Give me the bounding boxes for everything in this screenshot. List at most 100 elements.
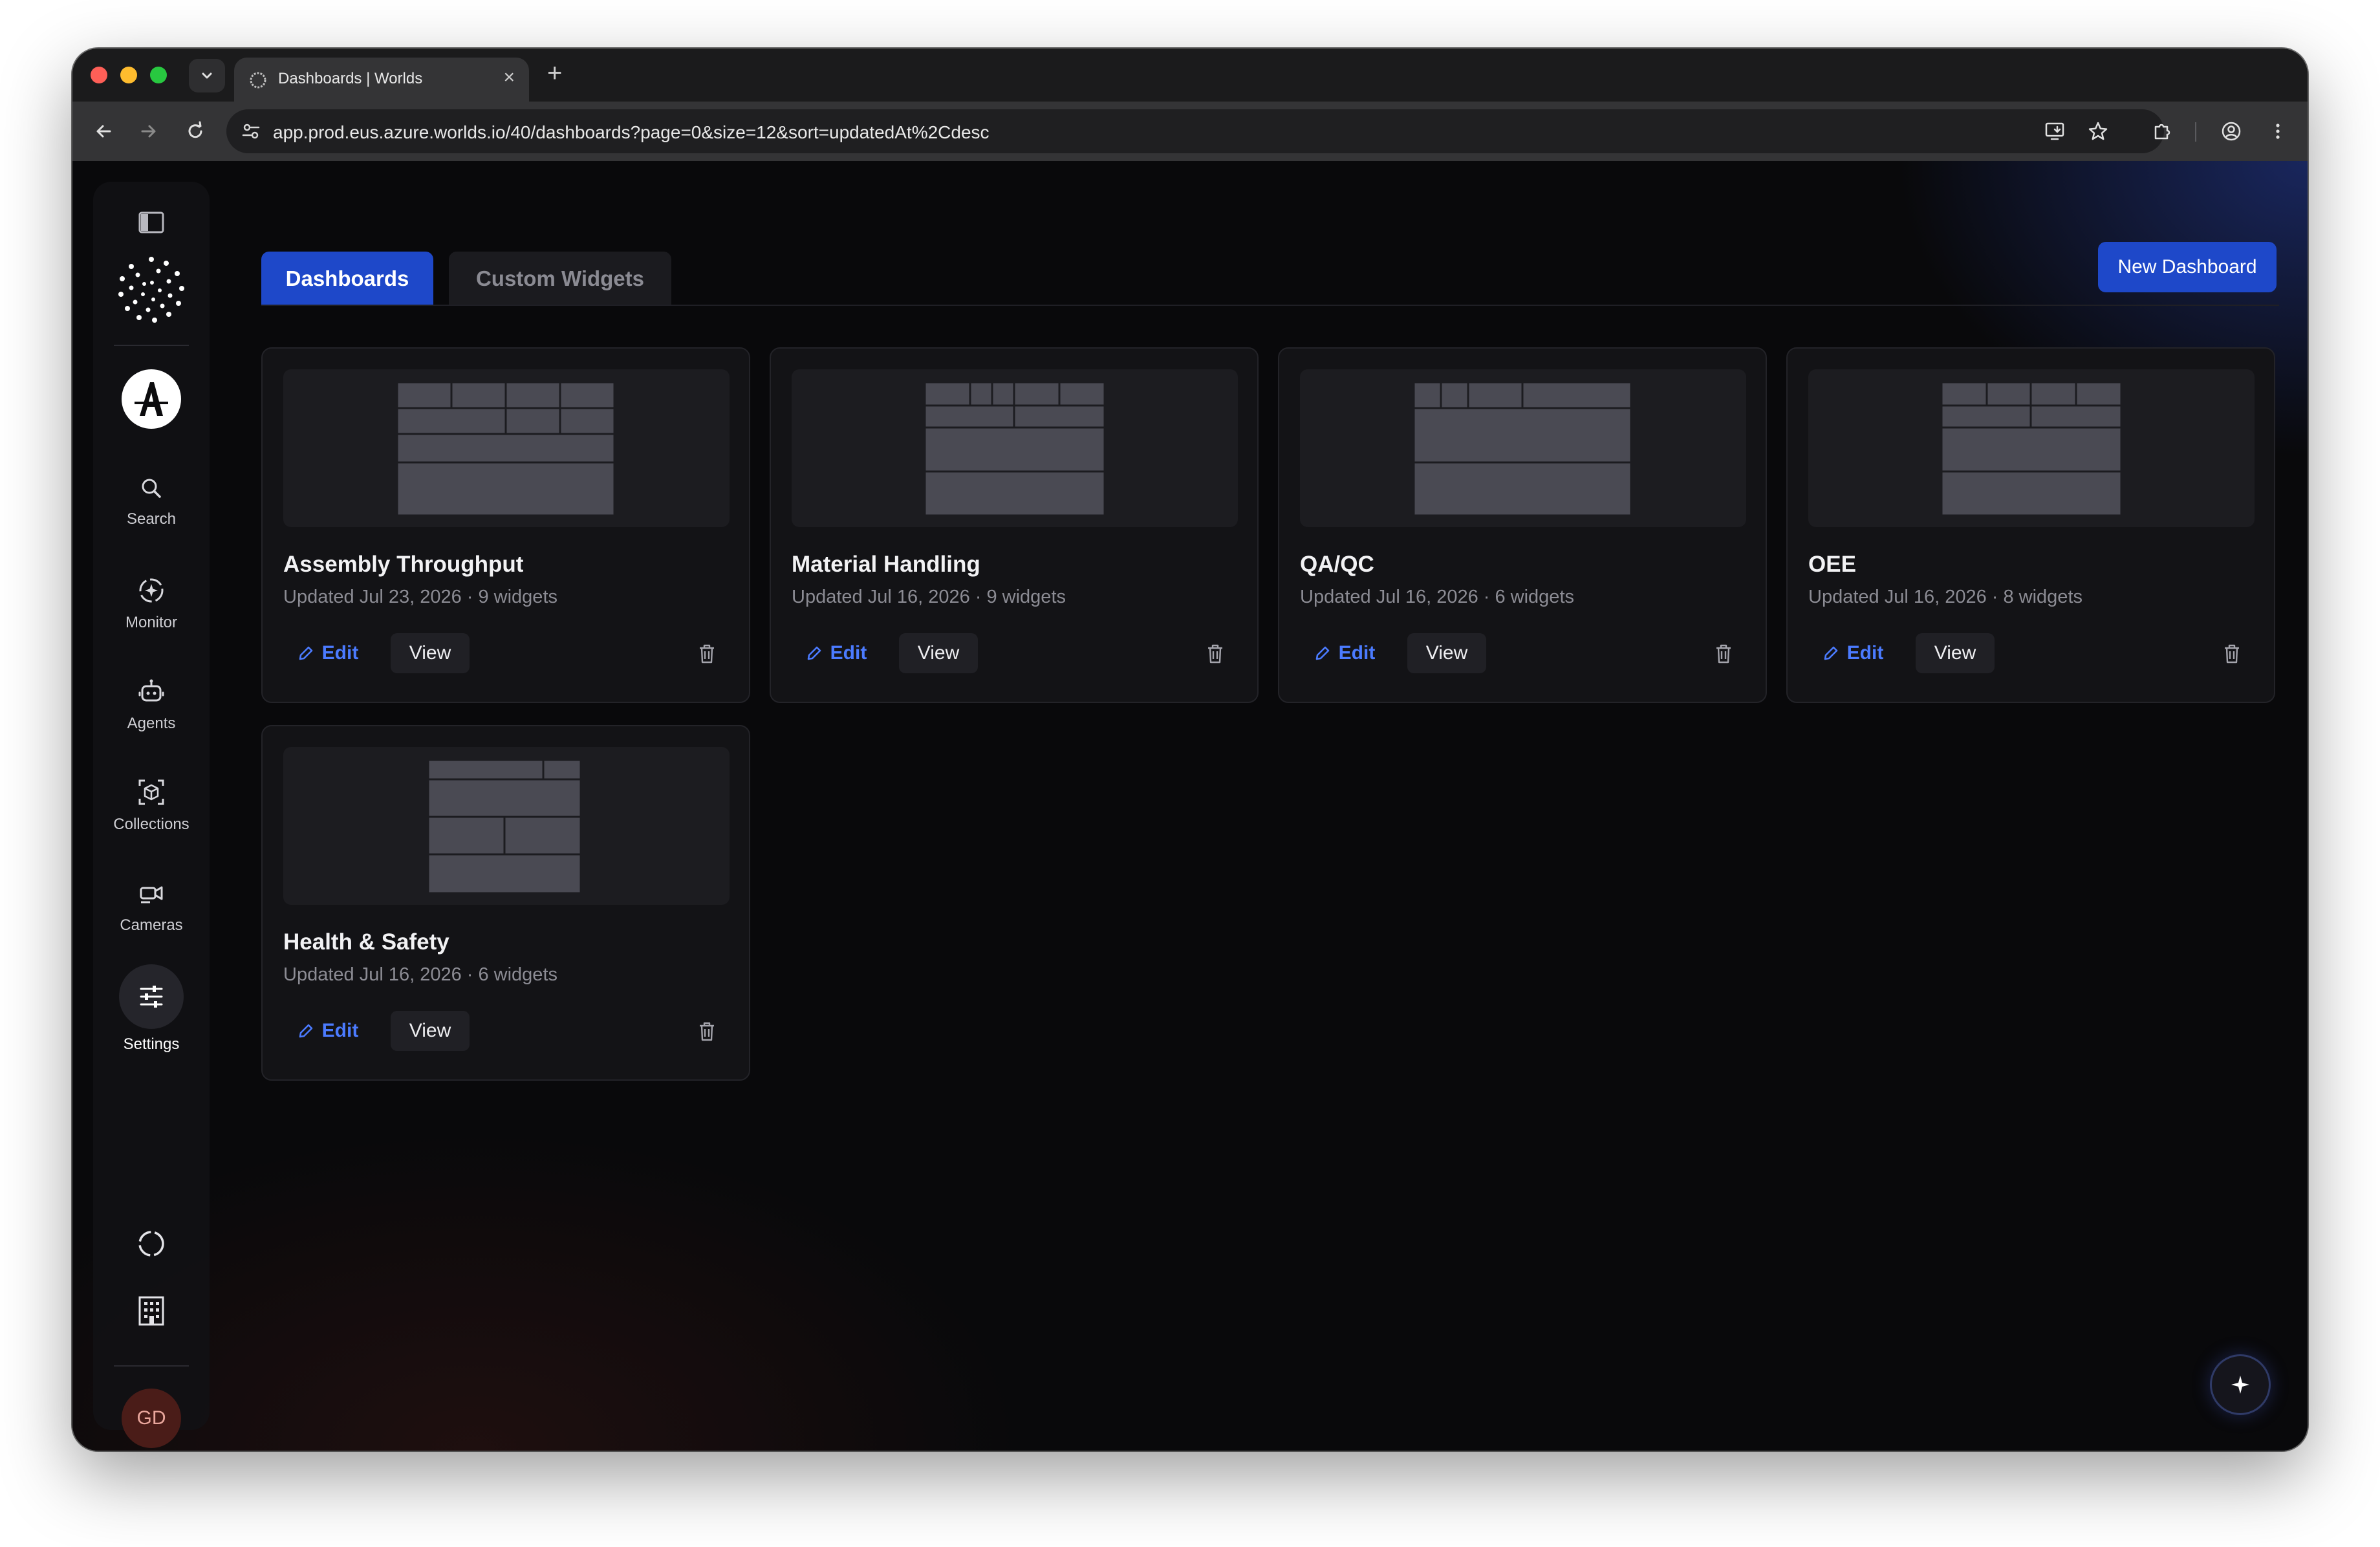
sidebar-item-label: Settings	[123, 1035, 180, 1053]
sidebar-panel-icon	[138, 211, 164, 233]
dashboard-card-assembly-throughput[interactable]: Assembly Throughput Updated Jul 23, 2026…	[261, 347, 750, 703]
sidebar-item-search[interactable]: Search	[93, 475, 210, 528]
pencil-icon	[299, 1024, 312, 1038]
edit-button[interactable]: Edit	[283, 1011, 373, 1051]
dashboard-layout-preview	[427, 759, 582, 894]
tab-custom-widgets[interactable]: Custom Widgets	[449, 252, 671, 306]
forward-button[interactable]	[135, 117, 163, 146]
sidebar-item-settings[interactable]: Settings	[93, 964, 210, 1054]
sidebar-item-label: Agents	[127, 715, 176, 732]
new-dashboard-button[interactable]: New Dashboard	[2098, 242, 2277, 292]
dashboard-card-health-safety[interactable]: Health & Safety Updated Jul 16, 2026 · 6…	[261, 725, 750, 1081]
sidebar-item-collections[interactable]: Collections	[93, 778, 210, 834]
dashboard-card-qa-qc[interactable]: QA/QC Updated Jul 16, 2026 · 6 widgets E…	[1278, 347, 1767, 703]
puzzle-icon	[2154, 124, 2170, 140]
pencil-icon	[807, 646, 821, 660]
star-icon	[2088, 122, 2108, 140]
maximize-window-button[interactable]	[150, 67, 167, 83]
camera-icon	[140, 886, 163, 903]
dashboard-layout-preview	[1940, 381, 2123, 517]
browser-tab-dashboards[interactable]: Dashboards | Worlds ×	[234, 58, 529, 102]
sidebar-item-label: Cameras	[120, 916, 183, 934]
dashboard-layout-preview	[924, 381, 1106, 517]
edit-button[interactable]: Edit	[792, 633, 881, 673]
card-meta: Updated Jul 16, 2026 · 6 widgets	[1300, 587, 1574, 607]
edit-button[interactable]: Edit	[1808, 633, 1898, 673]
view-button[interactable]: View	[391, 1011, 470, 1051]
worlds-logo[interactable]	[93, 254, 210, 325]
sidebar-toggle-button[interactable]	[93, 211, 210, 233]
view-button[interactable]: View	[899, 633, 978, 673]
reload-button[interactable]	[181, 117, 210, 146]
edit-label: Edit	[830, 642, 867, 664]
card-meta: Updated Jul 16, 2026 · 6 widgets	[283, 964, 557, 985]
robot-icon	[138, 679, 164, 702]
sidebar-item-label: Collections	[113, 816, 189, 833]
sidebar-item-monitor[interactable]: Monitor	[93, 576, 210, 632]
bookmark-button[interactable]	[2084, 117, 2112, 146]
url-text: app.prod.eus.azure.worlds.io/40/dashboar…	[273, 122, 990, 142]
trash-icon[interactable]	[697, 643, 717, 665]
edit-label: Edit	[321, 642, 359, 664]
dashboard-layout-preview	[1412, 381, 1632, 517]
card-meta: Updated Jul 16, 2026 · 8 widgets	[1808, 587, 2082, 607]
dashboard-card-oee[interactable]: OEE Updated Jul 16, 2026 · 8 widgets Edi…	[1786, 347, 2275, 703]
view-button[interactable]: View	[391, 633, 470, 673]
edit-button[interactable]: Edit	[283, 633, 373, 673]
account-circle-icon	[2222, 122, 2241, 141]
toolbar-divider	[2195, 122, 2196, 142]
cube-icon	[138, 779, 164, 805]
sidebar-item-agents[interactable]: Agents	[93, 677, 210, 733]
assistant-button[interactable]	[2212, 1356, 2269, 1413]
site-settings-icon[interactable]	[241, 121, 261, 142]
minimize-window-button[interactable]	[120, 67, 137, 83]
close-tab-icon[interactable]: ×	[503, 68, 515, 87]
view-button[interactable]: View	[1916, 633, 1995, 673]
tab-search-button[interactable]	[189, 59, 225, 92]
sliders-icon	[140, 986, 163, 1008]
monitor-icon	[139, 578, 164, 603]
browser-menu-button[interactable]	[2264, 117, 2292, 146]
dashboard-layout-preview	[396, 381, 616, 517]
loading-status-button[interactable]	[93, 1228, 210, 1259]
back-button[interactable]	[89, 117, 118, 146]
new-tab-button[interactable]: +	[547, 60, 562, 86]
view-button[interactable]: View	[1407, 633, 1486, 673]
close-window-button[interactable]	[91, 67, 107, 83]
dashboard-thumbnail	[283, 369, 730, 527]
pencil-icon	[299, 646, 312, 660]
tab-dashboards[interactable]: Dashboards	[261, 252, 433, 306]
edit-label: Edit	[1338, 642, 1376, 664]
tab-strip: Dashboards | Worlds × +	[72, 49, 2308, 102]
pencil-icon	[1824, 646, 1837, 660]
extensions-button[interactable]	[2148, 117, 2177, 146]
organization-switcher-button[interactable]	[93, 1295, 210, 1326]
install-app-button[interactable]	[2041, 117, 2070, 146]
dashboard-thumbnail	[283, 747, 730, 905]
card-title: Assembly Throughput	[283, 552, 524, 577]
search-icon	[142, 479, 161, 498]
trash-icon[interactable]	[1714, 643, 1733, 665]
trash-icon[interactable]	[2222, 643, 2242, 665]
card-title: Health & Safety	[283, 929, 449, 955]
worlds-logo-icon	[118, 257, 184, 323]
reload-icon	[188, 121, 202, 138]
loading-circle-icon	[138, 1231, 164, 1257]
organization-logo[interactable]	[93, 369, 210, 429]
user-avatar[interactable]: GD	[122, 1389, 181, 1448]
app-content: Search Monitor Agents Collections Camera…	[72, 161, 2308, 1451]
profile-button[interactable]	[2217, 117, 2245, 146]
edit-label: Edit	[1846, 642, 1884, 664]
dashboard-thumbnail	[1300, 369, 1746, 527]
card-meta: Updated Jul 16, 2026 · 9 widgets	[792, 587, 1066, 607]
card-meta: Updated Jul 23, 2026 · 9 widgets	[283, 587, 557, 607]
card-title: QA/QC	[1300, 552, 1374, 577]
url-field[interactable]: app.prod.eus.azure.worlds.io/40/dashboar…	[226, 109, 2164, 153]
edit-button[interactable]: Edit	[1300, 633, 1389, 673]
trash-icon[interactable]	[1206, 643, 1225, 665]
dashboard-card-material-handling[interactable]: Material Handling Updated Jul 16, 2026 ·…	[770, 347, 1259, 703]
trash-icon[interactable]	[697, 1021, 717, 1043]
tab-title: Dashboards | Worlds	[278, 70, 423, 87]
sidebar-item-cameras[interactable]: Cameras	[93, 879, 210, 935]
sidebar-bottom-divider	[114, 1365, 189, 1367]
